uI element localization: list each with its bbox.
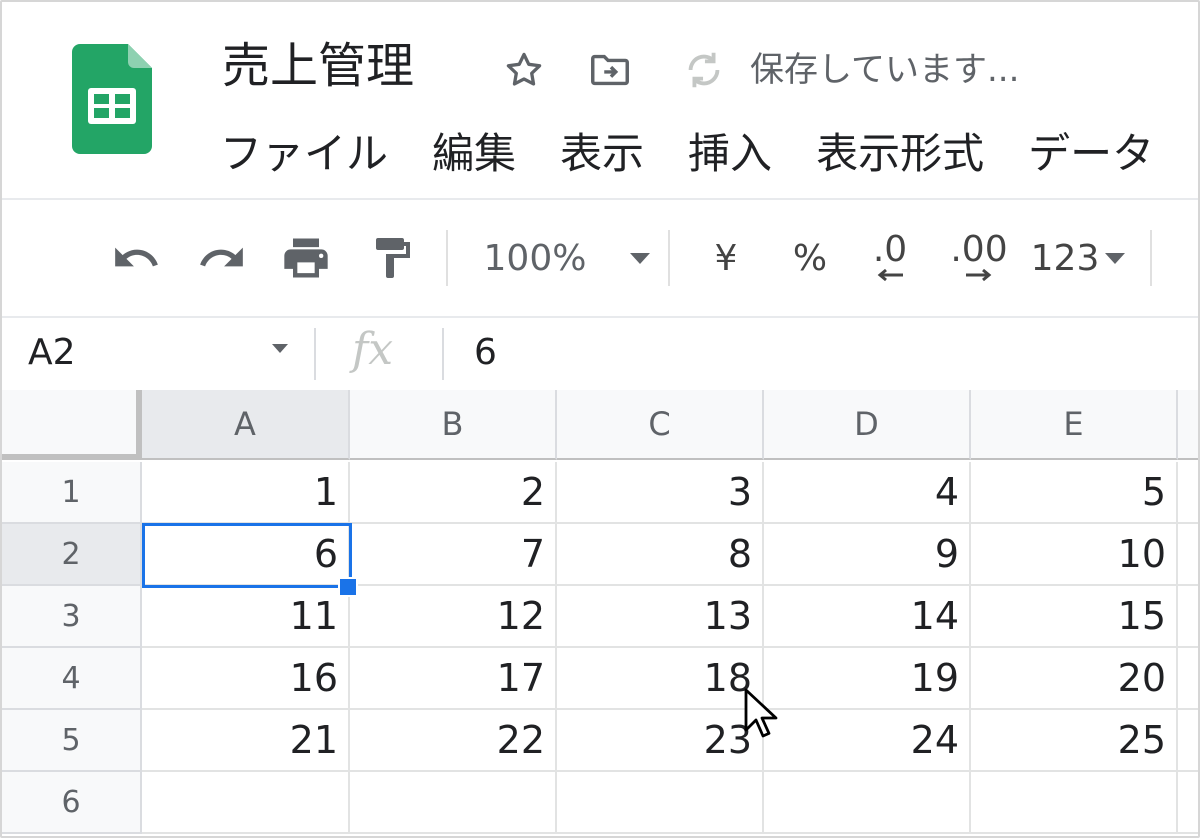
menu-edit[interactable]: 編集 [432,124,516,184]
cell-f4[interactable] [1178,648,1198,710]
cell-e1[interactable]: 5 [971,462,1178,524]
save-status: 保存しています... [750,50,1020,90]
column-header-e[interactable]: E [971,390,1178,460]
row-header-1[interactable]: 1 [2,462,142,524]
increase-decimal-label: .00 [950,229,1008,270]
cell-f2[interactable] [1178,524,1198,586]
currency-label: ¥ [714,237,738,279]
menu-view[interactable]: 表示 [560,124,644,184]
more-formats-button[interactable]: 123 [1030,228,1126,288]
cell-a6[interactable] [142,772,350,834]
paint-format-icon[interactable] [364,228,420,288]
cell-a1[interactable]: 1 [142,462,350,524]
format-currency-button[interactable]: ¥ [702,228,750,288]
cell-e2[interactable]: 10 [971,524,1178,586]
toolbar-divider [1150,230,1152,286]
cell-d3[interactable]: 14 [764,586,971,648]
menu-insert[interactable]: 挿入 [688,124,772,184]
cell-c4[interactable]: 18 [557,648,764,710]
sync-icon [680,46,728,94]
cell-d4[interactable]: 19 [764,648,971,710]
cell-d2[interactable]: 9 [764,524,971,586]
arrow-right-icon [966,268,992,282]
column-header-c[interactable]: C [557,390,764,460]
row-header-2[interactable]: 2 [2,524,142,586]
format-percent-button[interactable]: % [786,228,834,288]
fill-handle[interactable] [338,577,358,597]
menu-format[interactable]: 表示形式 [816,124,984,184]
cell-c5[interactable]: 23 [557,710,764,772]
cell-a5[interactable]: 21 [142,710,350,772]
decrease-decimal-label: .0 [872,229,908,270]
cell-b5[interactable]: 22 [350,710,557,772]
row-header-5[interactable]: 5 [2,710,142,772]
formula-bar: A2 fx 6 [2,318,1198,390]
cell-b1[interactable]: 2 [350,462,557,524]
document-title[interactable]: 売上管理 [222,36,414,96]
cell-e6[interactable] [971,772,1178,834]
formula-divider [314,328,316,380]
menu-file[interactable]: ファイル [220,124,388,184]
cell-d5[interactable]: 24 [764,710,971,772]
cell-e3[interactable]: 15 [971,586,1178,648]
cell-d1[interactable]: 4 [764,462,971,524]
cell-e4[interactable]: 20 [971,648,1178,710]
cell-c3[interactable]: 13 [557,586,764,648]
sheets-logo-icon[interactable] [72,44,152,154]
cell-e5[interactable]: 25 [971,710,1178,772]
cell-a4[interactable]: 16 [142,648,350,710]
cell-c6[interactable] [557,772,764,834]
cell-c2[interactable]: 8 [557,524,764,586]
mouse-pointer-icon [744,688,780,744]
cell-b2[interactable]: 7 [350,524,557,586]
column-header-a[interactable]: A [142,390,350,460]
redo-icon[interactable] [192,228,252,288]
row-header-6[interactable]: 6 [2,772,142,834]
row-header-3[interactable]: 3 [2,586,142,648]
cell-b4[interactable]: 17 [350,648,557,710]
zoom-value: 100% [483,237,587,279]
cell-f5[interactable] [1178,710,1198,772]
toolbar: 100% ¥ % .0 .00 123 [2,200,1198,316]
move-to-folder-icon[interactable] [586,46,634,94]
cell-f6[interactable] [1178,772,1198,834]
column-header-d[interactable]: D [764,390,971,460]
cell-c1[interactable]: 3 [557,462,764,524]
chevron-down-icon[interactable] [272,344,288,353]
name-box[interactable]: A2 [28,328,76,378]
arrow-left-icon [877,268,903,282]
fx-icon: fx [352,324,394,375]
cell-b3[interactable]: 12 [350,586,557,648]
chevron-down-icon [630,252,651,264]
cell-f3[interactable] [1178,586,1198,648]
cell-a2[interactable]: 6 [142,524,350,586]
formula-input[interactable]: 6 [474,328,497,378]
row-header-4[interactable]: 4 [2,648,142,710]
toolbar-divider [446,230,448,286]
select-all-corner[interactable] [2,390,142,460]
increase-decimal-button[interactable]: .00 [946,228,1012,288]
undo-icon[interactable] [106,228,166,288]
menu-bar: ファイル 編集 表示 挿入 表示形式 データ [220,124,1198,184]
cell-d6[interactable] [764,772,971,834]
column-header-f[interactable] [1178,390,1198,460]
zoom-select[interactable]: 100% [482,228,652,288]
cell-b6[interactable] [350,772,557,834]
percent-label: % [792,237,828,279]
cell-a3[interactable]: 11 [142,586,350,648]
more-formats-label: 123 [1030,237,1100,279]
toolbar-divider [668,230,670,286]
formula-divider [442,328,444,380]
app-window: 売上管理 保存しています... ファイル 編集 表示 挿入 表示形式 データ 1… [0,0,1200,838]
column-header-b[interactable]: B [350,390,557,460]
chevron-down-icon [1105,252,1126,264]
menu-data[interactable]: データ [1028,124,1154,184]
print-icon[interactable] [276,228,336,288]
cell-f1[interactable] [1178,462,1198,524]
star-icon[interactable] [500,46,548,94]
decrease-decimal-button[interactable]: .0 [860,228,920,288]
